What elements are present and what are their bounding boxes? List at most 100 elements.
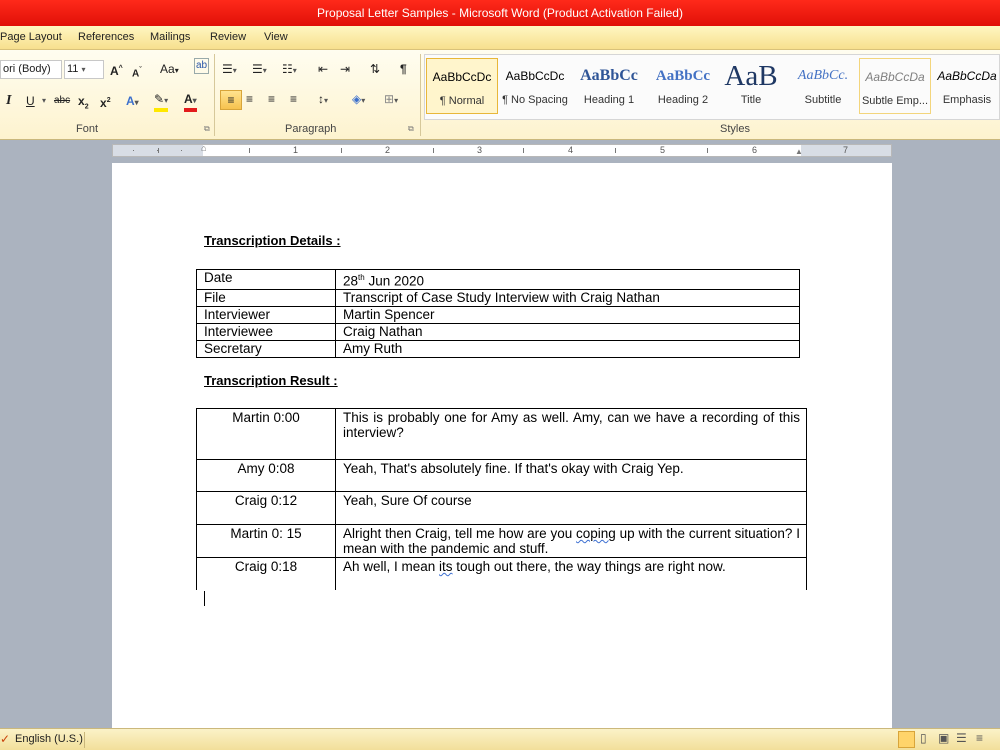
superscript-button[interactable]: x2 bbox=[100, 92, 111, 112]
ruler-mark bbox=[158, 148, 159, 153]
details-heading: Transcription Details : bbox=[204, 233, 341, 248]
transcript-text: tough out there, the way things are righ… bbox=[452, 559, 726, 574]
font-size-value: 11 bbox=[67, 63, 79, 75]
window-title: Proposal Letter Samples - Microsoft Word… bbox=[0, 0, 1000, 26]
chevron-down-icon: ▾ bbox=[81, 65, 86, 74]
italic-button[interactable]: I bbox=[6, 92, 11, 110]
ruler-number: 4 bbox=[568, 145, 574, 155]
details-value: Transcript of Case Study Interview with … bbox=[335, 288, 800, 307]
change-case-label: Aa bbox=[160, 62, 175, 76]
transcript-cell: Ah well, I mean its tough out there, the… bbox=[335, 557, 807, 590]
style-name: Heading 2 bbox=[657, 94, 709, 106]
table-row: Craig 0:18 Ah well, I mean its tough out… bbox=[196, 557, 807, 590]
shading-icon[interactable]: ◈▾ bbox=[352, 90, 365, 110]
paragraph-group-label: Paragraph bbox=[285, 123, 337, 135]
draft-view-icon[interactable]: ≡ bbox=[976, 731, 983, 745]
ribbon-tab-bar: Page Layout References Mailings Review V… bbox=[0, 26, 1000, 50]
speaker-cell: Craig 0:18 bbox=[196, 557, 336, 590]
language-indicator[interactable]: English (U.S.) bbox=[15, 733, 83, 745]
speaker-cell: Martin 0:00 bbox=[196, 408, 336, 460]
line-spacing-icon[interactable]: ↕▾ bbox=[318, 90, 328, 110]
show-formatting-marks-icon[interactable]: ¶ bbox=[400, 60, 407, 78]
group-divider bbox=[420, 54, 421, 136]
style-subtle-emphasis[interactable]: AaBbCcDa Subtle Emp... bbox=[859, 58, 931, 114]
details-label: Secretary bbox=[196, 339, 336, 358]
ruler-number: 5 bbox=[660, 145, 666, 155]
style-heading-1[interactable]: AaBbCc Heading 1 bbox=[573, 58, 645, 114]
style-name: ¶ No Spacing bbox=[502, 94, 568, 106]
font-size-box[interactable]: 11 ▾ bbox=[64, 60, 104, 79]
details-value: Craig Nathan bbox=[335, 322, 800, 341]
highlight-icon[interactable]: ✎▾ bbox=[154, 92, 169, 112]
style-no-spacing[interactable]: AaBbCcDc ¶ No Spacing bbox=[499, 58, 571, 114]
align-right-button[interactable]: ≡ bbox=[268, 90, 275, 108]
align-center-button[interactable]: ≡ bbox=[246, 90, 253, 108]
style-heading-2[interactable]: AaBbCc Heading 2 bbox=[647, 58, 719, 114]
align-left-button[interactable]: ≡ bbox=[220, 90, 242, 110]
text-effects-icon[interactable]: A▾ bbox=[126, 92, 139, 112]
multilevel-list-icon[interactable]: ☷▾ bbox=[282, 60, 297, 80]
subscript-button[interactable]: x2 bbox=[78, 92, 89, 116]
ruler-mark bbox=[181, 150, 182, 151]
horizontal-ruler[interactable]: 1 2 3 4 5 6 7 ⌂ ▲ bbox=[112, 143, 892, 157]
print-layout-view-icon[interactable] bbox=[898, 731, 915, 748]
speaker-cell: Craig 0:12 bbox=[196, 491, 336, 525]
style-name: Emphasis bbox=[942, 94, 992, 106]
style-name: Title bbox=[740, 94, 762, 106]
ruler-mark bbox=[707, 148, 708, 153]
style-sample: AaBbCcDc bbox=[505, 69, 565, 83]
chevron-down-icon[interactable]: ▾ bbox=[42, 92, 46, 110]
bullets-icon[interactable]: ☰▾ bbox=[222, 60, 237, 80]
indent-marker-icon[interactable]: ⌂ bbox=[201, 143, 206, 153]
sort-icon[interactable]: ⇅ bbox=[370, 60, 380, 78]
decrease-indent-icon[interactable]: ⇤ bbox=[318, 60, 328, 78]
outline-view-icon[interactable]: ☰ bbox=[956, 731, 967, 745]
style-emphasis[interactable]: AaBbCcDa Emphasis bbox=[931, 58, 1000, 114]
paragraph-dialog-launcher-icon[interactable]: ⧉ bbox=[408, 124, 414, 134]
strikethrough-button[interactable]: abc bbox=[54, 92, 70, 110]
increase-indent-icon[interactable]: ⇥ bbox=[340, 60, 350, 78]
document-page[interactable]: Transcription Details : Date 28th Jun 20… bbox=[112, 163, 892, 728]
tab-review[interactable]: Review bbox=[210, 31, 246, 43]
spelling-flagged-word[interactable]: its bbox=[439, 559, 453, 574]
ruler-number: 2 bbox=[385, 145, 391, 155]
style-sample: AaB bbox=[724, 60, 778, 92]
status-divider bbox=[84, 732, 85, 748]
details-value: Martin Spencer bbox=[335, 305, 800, 324]
shrink-font-icon[interactable]: Aˇ bbox=[132, 62, 142, 83]
style-sample: AaBbCcDa bbox=[865, 70, 925, 84]
style-title[interactable]: AaB Title bbox=[715, 58, 787, 114]
table-row: File Transcript of Case Study Interview … bbox=[196, 288, 800, 307]
style-name: ¶ Normal bbox=[439, 95, 485, 107]
borders-icon[interactable]: ⊞▾ bbox=[384, 90, 398, 110]
proofing-icon[interactable]: ✓ bbox=[0, 732, 10, 746]
underline-button[interactable]: U bbox=[26, 92, 35, 110]
transcript-cell: Yeah, That's absolutely fine. If that's … bbox=[335, 459, 807, 492]
details-label: Date bbox=[196, 269, 336, 290]
full-screen-reading-view-icon[interactable]: ▯ bbox=[920, 731, 927, 745]
right-indent-marker-icon[interactable]: ▲ bbox=[795, 147, 803, 156]
style-subtitle[interactable]: AaBbCc. Subtitle bbox=[787, 58, 859, 114]
font-dialog-launcher-icon[interactable]: ⧉ bbox=[204, 124, 210, 134]
ruler-mark bbox=[341, 148, 342, 153]
details-table: Date 28th Jun 2020 File Transcript of Ca… bbox=[196, 269, 800, 358]
tab-mailings[interactable]: Mailings bbox=[150, 31, 190, 43]
details-label: Interviewer bbox=[196, 305, 336, 324]
style-normal[interactable]: AaBbCcDc ¶ Normal bbox=[426, 58, 498, 114]
spelling-flagged-word[interactable]: coping bbox=[576, 526, 616, 541]
tab-page-layout[interactable]: Page Layout bbox=[0, 31, 62, 43]
table-row: Martin 0: 15 Alright then Craig, tell me… bbox=[196, 524, 807, 558]
justify-button[interactable]: ≡ bbox=[290, 90, 297, 108]
font-name-box[interactable]: ori (Body) bbox=[0, 60, 62, 79]
clear-formatting-icon[interactable]: ab bbox=[194, 58, 210, 74]
style-sample: AaBbCc bbox=[655, 68, 711, 84]
details-value: 28th Jun 2020 bbox=[335, 269, 800, 290]
ruler-mark bbox=[523, 148, 524, 153]
change-case-button[interactable]: Aa▾ bbox=[160, 60, 179, 80]
font-color-icon[interactable]: A▾ bbox=[184, 92, 197, 112]
tab-references[interactable]: References bbox=[78, 31, 134, 43]
grow-font-icon[interactable]: A^ bbox=[110, 60, 123, 80]
numbering-icon[interactable]: ☰▾ bbox=[252, 60, 267, 80]
tab-view[interactable]: View bbox=[264, 31, 288, 43]
web-layout-view-icon[interactable]: ▣ bbox=[938, 731, 949, 745]
